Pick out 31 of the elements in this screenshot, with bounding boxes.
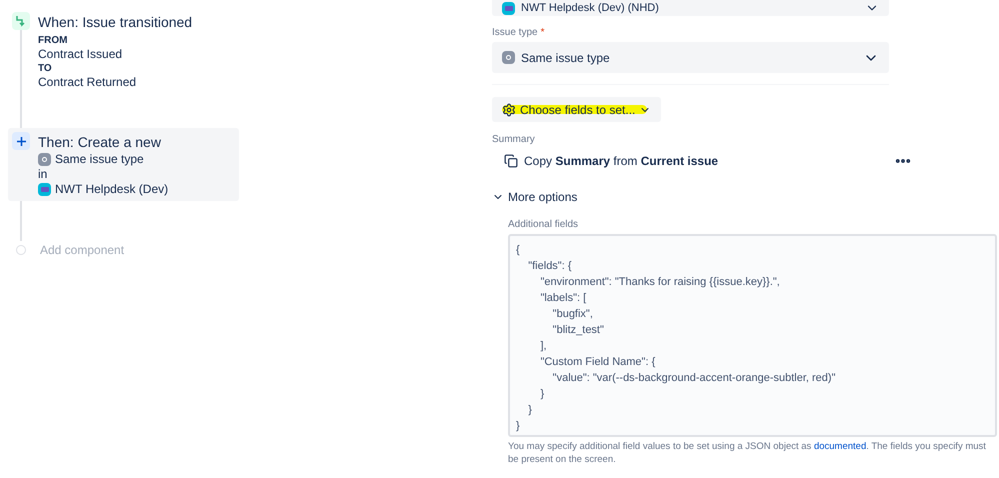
issue-type-icon [38, 153, 51, 166]
field-label: Issue type [492, 26, 538, 39]
project-icon [502, 2, 515, 14]
issue-type-text: Same issue type [55, 152, 144, 167]
connector-text: in [38, 167, 48, 182]
choose-fields-button[interactable]: Choose fields to set... [492, 97, 662, 122]
project-icon [38, 183, 51, 196]
trigger-title: When: Issue transitioned [38, 13, 192, 32]
summary-value: Copy Summary from Current issue [524, 153, 720, 170]
more-options-toggle[interactable]: More options [492, 188, 578, 206]
to-status: Contract Returned [38, 75, 138, 90]
action-card[interactable]: Then: Create a new Same issue type in NWT Helpdesk (Dev) [8, 128, 239, 201]
json-textarea[interactable]: { "fields": { "environment": "Thanks for raising {{issue.key}}.", "labels": [ "bugfix", "blitz_test" ], "Custom Field Name": { "value": "var(--ds-background-accent-orange-subtler, red)" } } } [508, 234, 997, 437]
to-label: TO [38, 62, 53, 75]
from-status: Contract Issued [38, 47, 124, 62]
issue-type-select[interactable]: Same issue type [492, 42, 889, 73]
help-text: You may specify additional field values to be set using a JSON object as documented. The fields you specify must be present on the screen. [508, 440, 987, 466]
documented-link[interactable]: documented [814, 441, 866, 452]
required-asterisk: * [540, 26, 544, 39]
field-label: Additional fields [508, 218, 580, 231]
field-label: Summary [492, 133, 536, 146]
empty-node-icon [16, 245, 26, 255]
transition-icon [12, 12, 30, 30]
plus-icon [12, 132, 30, 150]
project-select[interactable]: NWT Helpdesk (Dev) (NHD) [492, 0, 889, 16]
project-text: NWT Helpdesk (Dev) [55, 182, 168, 197]
from-label: FROM [38, 34, 68, 47]
settings-icon [502, 102, 516, 116]
copy-icon [504, 154, 518, 168]
action-title: Then: Create a new [38, 133, 162, 152]
issue-type-icon [502, 51, 515, 64]
